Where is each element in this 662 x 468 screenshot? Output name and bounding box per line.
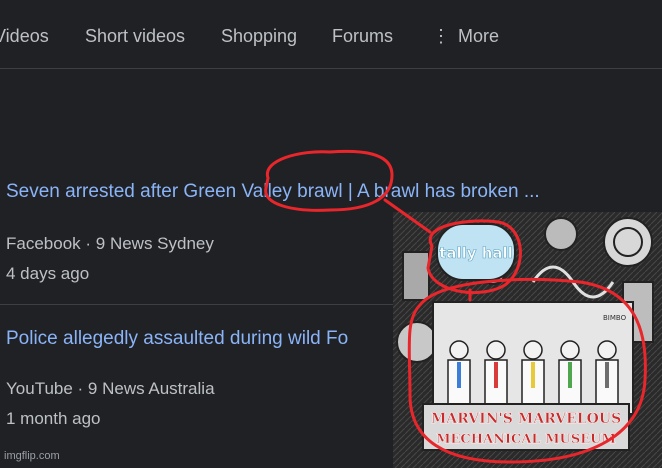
tab-shopping[interactable]: Shopping — [221, 26, 297, 47]
banner-title-line1: MARVIN'S MARVELOUS — [431, 411, 621, 427]
tab-short-videos[interactable]: Short videos — [85, 26, 185, 47]
result-title-link[interactable]: Police allegedly assaulted during wild F… — [6, 328, 348, 350]
poster-sign: BIMBO — [603, 314, 627, 322]
result-date: 1 month ago — [6, 409, 101, 428]
tab-more[interactable]: ⋮ More — [432, 26, 499, 47]
search-tabs-bar: Videos Short videos Shopping Forums ⋮ Mor… — [0, 0, 662, 69]
album-art-thumbnail[interactable]: tally hall BIMBO MARVIN'S MARVELOUS MECH… — [393, 212, 662, 468]
result-source: Facebook · 9 News Sydney — [6, 234, 214, 253]
tab-forums[interactable]: Forums — [332, 26, 393, 47]
more-vert-icon: ⋮ — [432, 26, 450, 46]
result-date: 4 days ago — [6, 264, 90, 283]
result-title-link[interactable]: Seven arrested after Green Valley brawl … — [6, 181, 540, 203]
result-source: YouTube · 9 News Australia — [6, 379, 215, 398]
banner-title-line2: MECHANICAL MUSEUM — [436, 432, 616, 447]
album-art-illustration: tally hall BIMBO MARVIN'S MARVELOUS MECH… — [393, 212, 662, 468]
tab-videos[interactable]: Videos — [0, 26, 49, 47]
watermark: imgflip.com — [4, 450, 60, 462]
tab-more-label: More — [458, 26, 500, 46]
logo-text: tally hall — [439, 244, 513, 262]
